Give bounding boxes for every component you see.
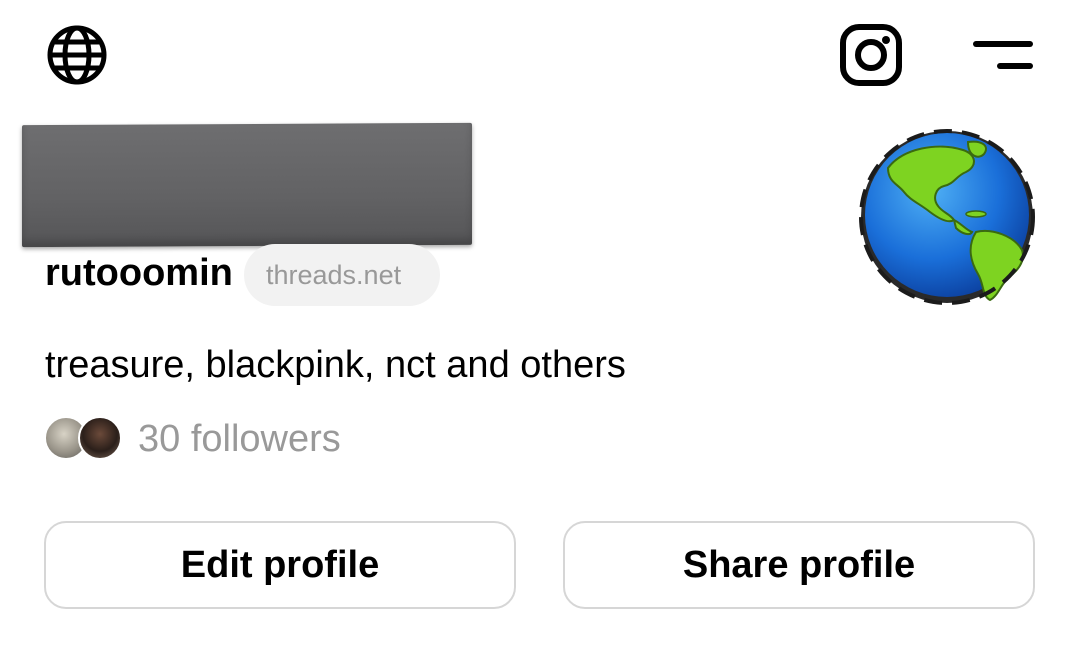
menu-icon[interactable] bbox=[972, 38, 1034, 72]
profile-bio: treasure, blackpink, nct and others bbox=[45, 344, 626, 386]
followers-count[interactable]: 30 followers bbox=[138, 414, 341, 464]
globe-icon[interactable] bbox=[44, 22, 110, 88]
share-profile-button[interactable]: Share profile bbox=[563, 521, 1035, 609]
username: rutooomin bbox=[45, 252, 233, 294]
edit-profile-button[interactable]: Edit profile bbox=[44, 521, 516, 609]
profile-avatar[interactable] bbox=[858, 128, 1036, 306]
instagram-icon[interactable] bbox=[838, 22, 904, 88]
follower-avatar bbox=[78, 416, 122, 460]
redacted-display-name bbox=[22, 122, 472, 248]
threads-domain-badge[interactable]: threads.net bbox=[244, 244, 440, 306]
